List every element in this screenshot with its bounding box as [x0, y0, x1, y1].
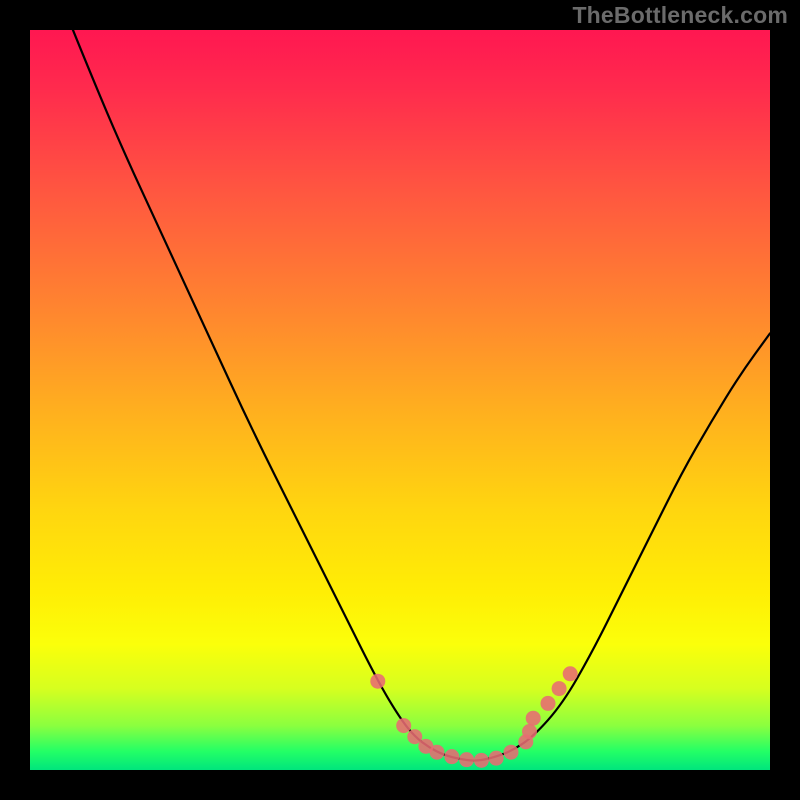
- highlight-dot: [396, 718, 411, 733]
- highlight-dot: [541, 696, 556, 711]
- chart-frame: TheBottleneck.com: [0, 0, 800, 800]
- highlight-dot: [552, 681, 567, 696]
- highlight-dot: [563, 666, 578, 681]
- highlight-dot: [430, 745, 445, 760]
- highlight-markers: [370, 666, 577, 768]
- highlight-dot: [526, 711, 541, 726]
- highlight-dot: [489, 751, 504, 766]
- curve-line: [30, 0, 770, 761]
- watermark-label: TheBottleneck.com: [572, 2, 788, 29]
- highlight-dot: [474, 753, 489, 768]
- highlight-dot: [459, 752, 474, 767]
- highlight-dot: [522, 724, 537, 739]
- highlight-dot: [504, 745, 519, 760]
- bottleneck-curve: [30, 30, 770, 770]
- highlight-dot: [444, 749, 459, 764]
- plot-area: [30, 30, 770, 770]
- highlight-dot: [370, 674, 385, 689]
